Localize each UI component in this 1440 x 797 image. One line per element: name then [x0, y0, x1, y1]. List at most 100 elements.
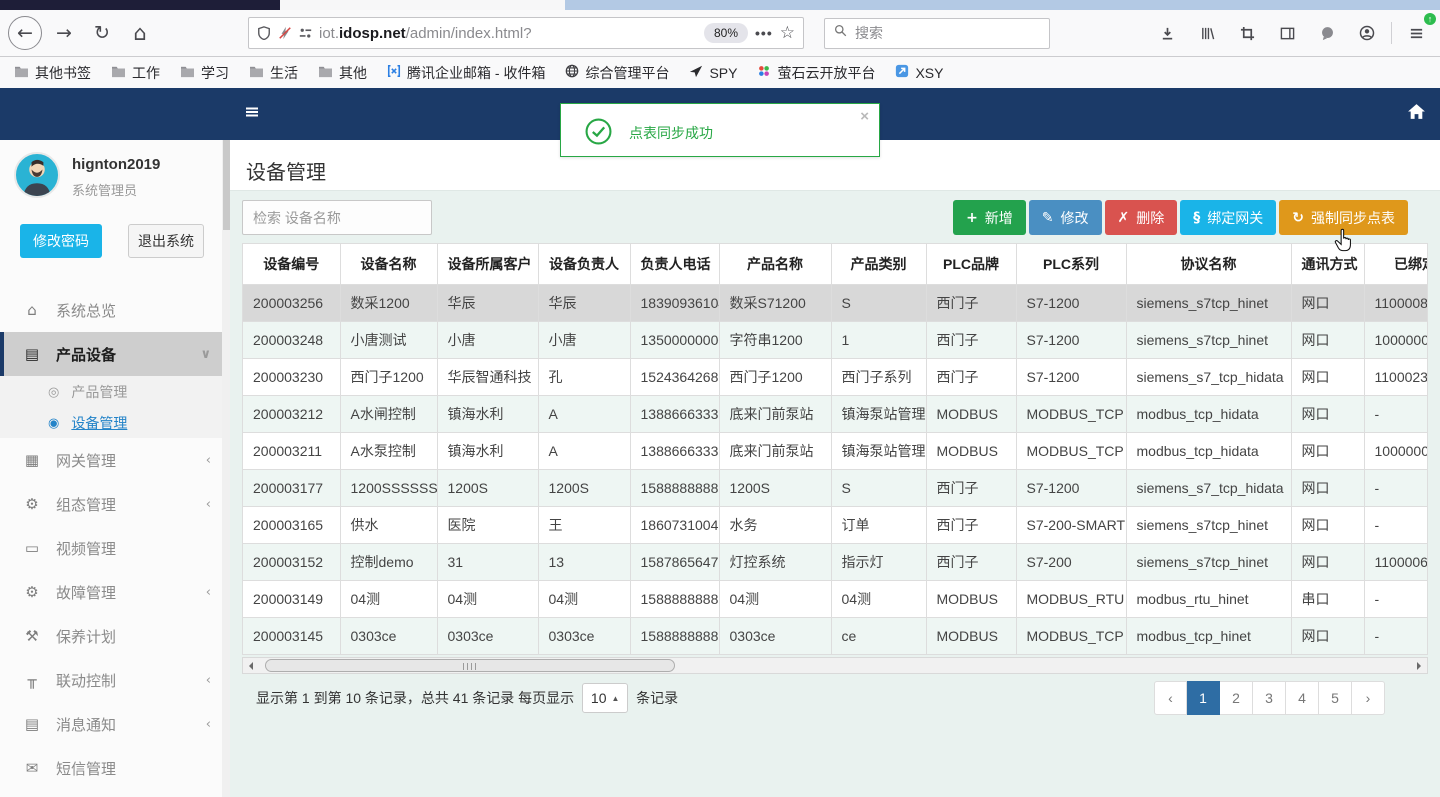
bookmark-item[interactable]: 其他书签 [14, 63, 91, 83]
table-cell[interactable]: 15888888888 [630, 617, 720, 655]
table-cell[interactable]: 200003145 [243, 617, 341, 655]
table-cell[interactable]: 15878656478 [630, 543, 720, 581]
table-cell[interactable]: 200003152 [243, 543, 341, 581]
table-cell[interactable]: 1200SSSSSS [340, 469, 438, 507]
table-cell[interactable]: 网口 [1291, 432, 1365, 470]
url-bar[interactable]: iot.idosp.net/admin/index.html? 80% ••• … [248, 17, 804, 49]
reload-button[interactable]: ↻ [86, 17, 118, 49]
table-cell[interactable]: 网口 [1291, 617, 1365, 655]
table-cell[interactable]: 西门子 [926, 358, 1017, 396]
table-cell[interactable]: 04测 [538, 580, 631, 618]
table-cell[interactable]: 西门子1200 [719, 358, 832, 396]
download-icon[interactable] [1151, 17, 1183, 49]
account-icon[interactable] [1351, 17, 1383, 49]
table-cell[interactable]: 网口 [1291, 321, 1365, 359]
table-cell[interactable]: 200003165 [243, 506, 341, 544]
table-cell[interactable]: 1100006 [1364, 543, 1427, 581]
table-cell[interactable]: 网口 [1291, 395, 1365, 433]
table-cell[interactable]: - [1364, 580, 1427, 618]
app-home-icon[interactable] [1407, 103, 1426, 126]
table-cell[interactable]: MODBUS [926, 617, 1017, 655]
table-cell[interactable]: 镇海水利 [437, 432, 539, 470]
table-cell[interactable]: S7-1200 [1016, 284, 1127, 322]
action-button-修改[interactable]: ✎ 修改 [1028, 200, 1102, 235]
table-cell[interactable]: 供水 [340, 506, 438, 544]
table-row[interactable]: 200003145 0303ce 0303ce 0303ce 15888888888 03… [243, 617, 1427, 655]
table-cell[interactable]: S7-1200 [1016, 358, 1127, 396]
table-cell[interactable]: 数采1200 [340, 284, 438, 322]
table-cell[interactable]: 水务 [719, 506, 832, 544]
table-cell[interactable]: 0303ce [437, 617, 539, 655]
bookmark-star-icon[interactable]: ☆ [780, 23, 795, 43]
table-cell[interactable]: 0303ce [538, 617, 631, 655]
table-cell[interactable]: 串口 [1291, 580, 1365, 618]
table-cell[interactable]: 1100023 [1364, 358, 1427, 396]
table-cell[interactable]: 小唐测试 [340, 321, 438, 359]
table-cell[interactable]: 18607310041 [630, 506, 720, 544]
table-cell[interactable]: siemens_s7tcp_hinet [1126, 284, 1292, 322]
table-cell[interactable]: 镇海泵站管理 [831, 395, 927, 433]
table-cell[interactable]: 1 [831, 321, 927, 359]
logout-button[interactable]: 退出系统 [128, 224, 204, 258]
table-cell[interactable]: S7-200 [1016, 543, 1127, 581]
pagination-prev[interactable]: ‹ [1154, 681, 1187, 715]
table-cell[interactable]: 小唐 [437, 321, 539, 359]
sidebar-item-故障管理[interactable]: ⚙ 故障管理 ‹ [0, 570, 229, 614]
table-cell[interactable]: 网口 [1291, 543, 1365, 581]
table-row[interactable]: 200003152 控制demo 31 13 15878656478 灯控系统 指示灯 西门子… [243, 543, 1427, 581]
table-cell[interactable]: S7-1200 [1016, 469, 1127, 507]
table-cell[interactable]: 西门子 [926, 506, 1017, 544]
table-cell[interactable]: S7-1200 [1016, 321, 1127, 359]
bookmark-item[interactable]: XSY [895, 64, 943, 81]
pagination-page-4[interactable]: 4 [1286, 681, 1319, 715]
sidebar-item-联动控制[interactable]: ╥ 联动控制 ‹ [0, 658, 229, 702]
sidebar-item-视频管理[interactable]: ▭ 视频管理 [0, 526, 229, 570]
sidebar-item-网关管理[interactable]: ▦ 网关管理 ‹ [0, 438, 229, 482]
table-cell[interactable]: 1200S [538, 469, 631, 507]
table-row[interactable]: 200003177 1200SSSSSS 1200S 1200S 15888888888… [243, 469, 1427, 507]
close-icon[interactable]: × [860, 108, 869, 125]
bookmark-item[interactable]: 生活 [249, 63, 298, 83]
permissions-icon[interactable] [299, 27, 312, 40]
table-cell[interactable]: 200003230 [243, 358, 341, 396]
table-cell[interactable]: 镇海泵站管理 [831, 432, 927, 470]
table-cell[interactable]: MODBUS [926, 395, 1017, 433]
pagination-next[interactable]: › [1352, 681, 1385, 715]
table-cell[interactable]: 西门子1200 [340, 358, 438, 396]
table-cell[interactable]: A [538, 432, 631, 470]
table-cell[interactable]: 华辰 [437, 284, 539, 322]
menu-button[interactable]: ↑ [1400, 13, 1436, 49]
table-cell[interactable]: siemens_s7_tcp_hidata [1126, 469, 1292, 507]
table-cell[interactable]: 200003212 [243, 395, 341, 433]
action-button-绑定网关[interactable]: § 绑定网关 [1180, 200, 1277, 235]
table-cell[interactable]: A水闸控制 [340, 395, 438, 433]
browser-search-bar[interactable]: 搜索 [824, 17, 1050, 49]
sidebar-item-大屏管理[interactable]: ▢大屏管理 [0, 790, 229, 797]
table-row[interactable]: 200003211 A水泵控制 镇海水利 A 13886663333 底来门前泵站 镇海泵站… [243, 432, 1427, 470]
table-cell[interactable]: 1200S [437, 469, 539, 507]
sidebar-toggle-icon[interactable] [1271, 17, 1303, 49]
sidebar-item-组态管理[interactable]: ⚙ 组态管理 ‹ [0, 482, 229, 526]
table-cell[interactable]: - [1364, 617, 1427, 655]
table-cell[interactable]: 1100008 [1364, 284, 1427, 322]
table-cell[interactable]: MODBUS_TCP [1016, 617, 1127, 655]
table-cell[interactable]: 灯控系统 [719, 543, 832, 581]
table-cell[interactable]: 04测 [340, 580, 438, 618]
bookmark-item[interactable]: SPY [689, 64, 737, 81]
action-button-删除[interactable]: ✗ 删除 [1104, 200, 1178, 235]
table-cell[interactable]: siemens_s7tcp_hinet [1126, 321, 1292, 359]
table-cell[interactable]: 04测 [719, 580, 832, 618]
table-cell[interactable]: 200003256 [243, 284, 341, 322]
table-cell[interactable]: 西门子 [926, 469, 1017, 507]
action-button-强制同步点表[interactable]: ↻ 强制同步点表 [1279, 200, 1408, 235]
table-cell[interactable]: 底来门前泵站 [719, 395, 832, 433]
forward-button[interactable]: → [48, 17, 80, 49]
table-row[interactable]: 200003256 数采1200 华辰 华辰 18390936104 数采S71200 S 西… [243, 284, 1427, 322]
table-cell[interactable]: MODBUS_TCP [1016, 432, 1127, 470]
table-cell[interactable]: 孔 [538, 358, 631, 396]
browser-home-button[interactable]: ⌂ [124, 17, 156, 49]
table-cell[interactable]: 04测 [831, 580, 927, 618]
scroll-right-arrow[interactable] [1411, 658, 1427, 673]
table-cell[interactable]: siemens_s7tcp_hinet [1126, 543, 1292, 581]
bookmark-item[interactable]: 其他 [318, 63, 367, 83]
